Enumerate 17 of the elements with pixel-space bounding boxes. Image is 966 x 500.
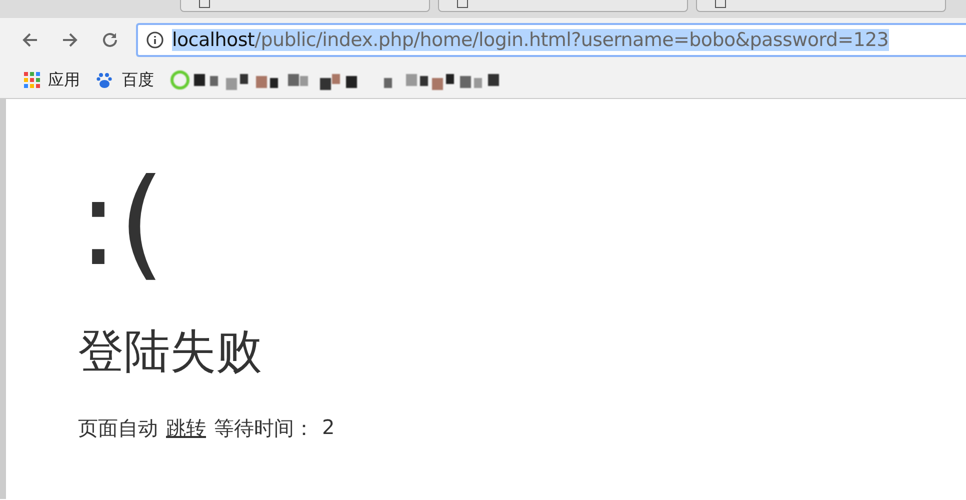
- info-icon: [146, 31, 164, 49]
- countdown-value: 2: [322, 415, 335, 441]
- redirect-link[interactable]: 跳转: [166, 415, 206, 442]
- error-heading: 登陆失败: [78, 323, 263, 380]
- apps-grid-icon: [24, 72, 40, 88]
- reload-icon[interactable]: [100, 30, 120, 50]
- wait-label: 等待时间：: [214, 415, 314, 442]
- page-icon: [457, 0, 468, 8]
- bookmark[interactable]: 应用: [24, 70, 80, 90]
- page-icon: [715, 0, 726, 8]
- address-field[interactable]: localhost/public/index.php/home/login.html?username=bobo&password=123: [136, 23, 966, 57]
- bookmark[interactable]: 百度: [96, 70, 154, 90]
- page-icon: [199, 0, 210, 8]
- paw-icon: [96, 71, 114, 89]
- sad-face-emoticon: :(: [78, 153, 166, 295]
- url-text: localhost/public/index.php/home/login.html?username=bobo&password=123: [172, 29, 889, 51]
- message-text: 页面自动: [78, 415, 158, 442]
